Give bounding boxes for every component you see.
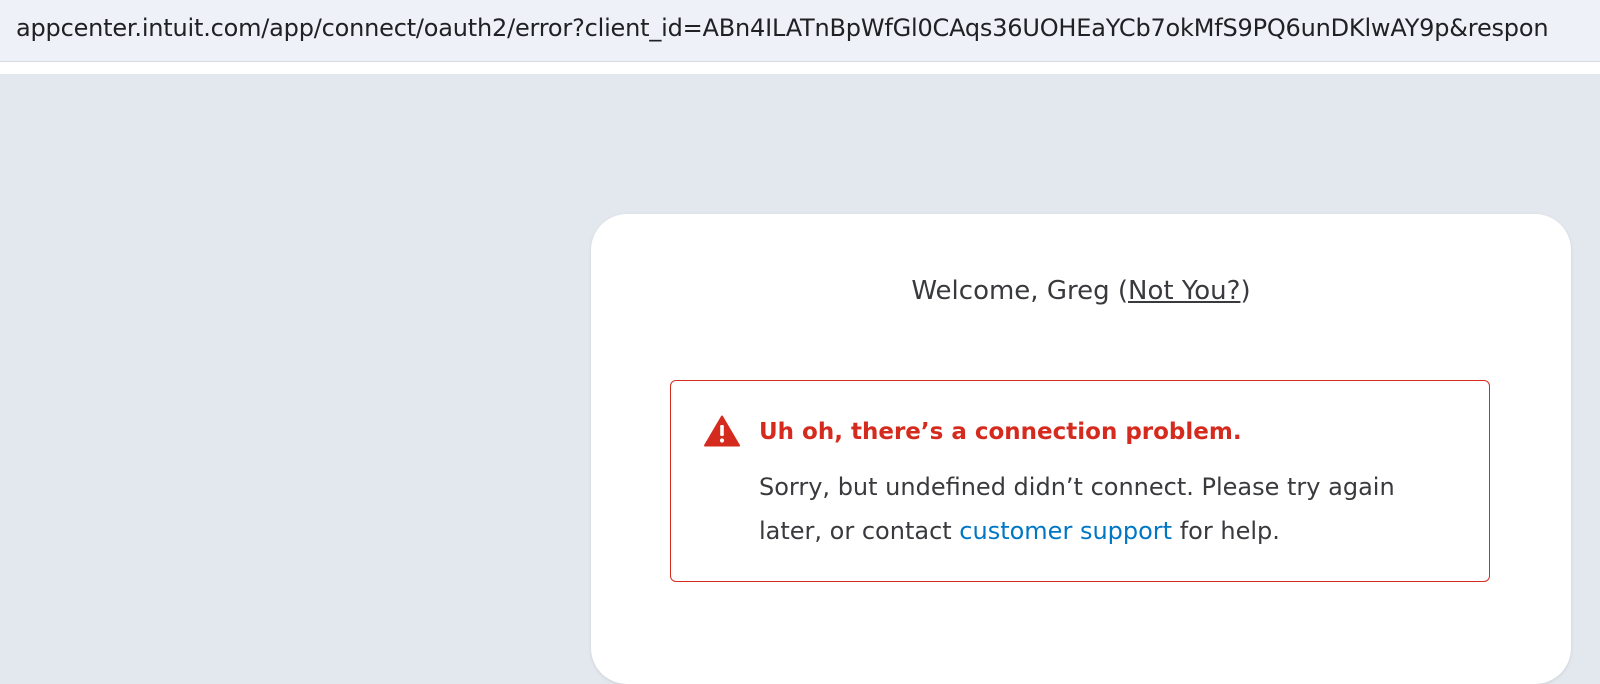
welcome-heading: Welcome, Greg (Not You?) (591, 276, 1571, 306)
customer-support-link[interactable]: customer support (959, 517, 1172, 545)
error-message: Sorry, but undefined didn’t connect. Ple… (759, 465, 1459, 553)
connection-card: Welcome, Greg (Not You?) Uh oh, there’s … (591, 214, 1571, 684)
not-you-link[interactable]: Not You? (1128, 276, 1240, 306)
error-title: Uh oh, there’s a connection problem. (759, 419, 1242, 445)
error-message-suffix: for help. (1172, 517, 1280, 545)
warning-triangle-icon (704, 415, 740, 447)
error-alert: Uh oh, there’s a connection problem. Sor… (670, 380, 1490, 582)
toolbar-spacer (0, 62, 1600, 74)
address-bar[interactable]: appcenter.intuit.com/app/connect/oauth2/… (0, 0, 1600, 62)
welcome-prefix: Welcome, Greg ( (911, 276, 1129, 306)
welcome-suffix: ) (1240, 276, 1251, 306)
url-text[interactable]: appcenter.intuit.com/app/connect/oauth2/… (16, 14, 1549, 42)
